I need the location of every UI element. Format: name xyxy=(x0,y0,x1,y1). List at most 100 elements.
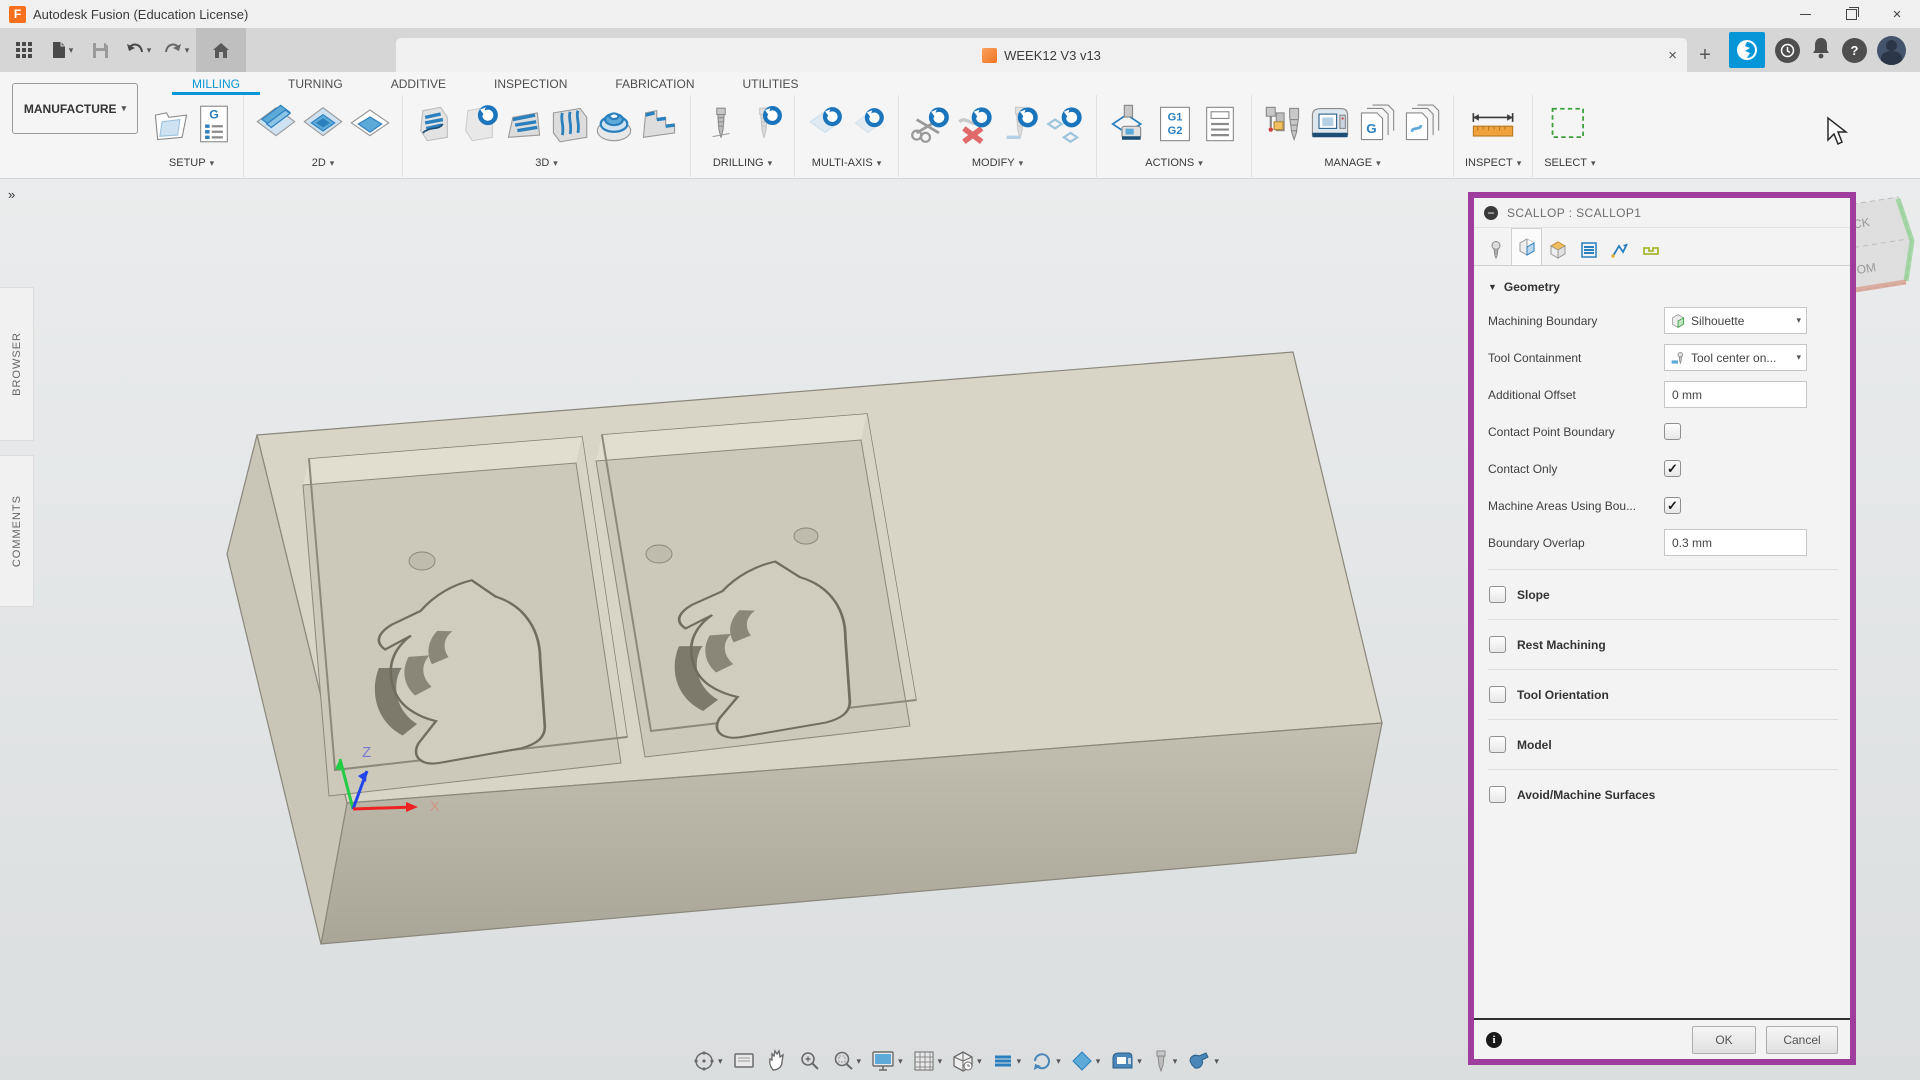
delete-toolpath-icon[interactable] xyxy=(955,103,995,145)
tab-passes[interactable] xyxy=(1573,233,1604,265)
tool-display-icon[interactable]: ▾ xyxy=(1147,1047,1182,1075)
tab-fabrication[interactable]: FABRICATION xyxy=(591,72,718,95)
drilling-menu[interactable]: DRILLING▾ xyxy=(713,153,772,173)
machine-library-icon[interactable] xyxy=(1308,103,1352,145)
machine-areas-checkbox[interactable] xyxy=(1664,497,1681,514)
slope-section[interactable]: Slope xyxy=(1488,569,1838,619)
new-setup-icon[interactable] xyxy=(151,104,191,144)
display-settings-icon[interactable]: ▾ xyxy=(866,1047,907,1075)
3d-flat-icon[interactable] xyxy=(504,103,544,145)
pocket-2[interactable] xyxy=(596,414,916,757)
redo-button[interactable]: ▾ xyxy=(158,34,194,66)
look-at-icon[interactable] xyxy=(728,1047,760,1075)
expand-panels-button[interactable]: » xyxy=(8,187,15,202)
tab-turning[interactable]: TURNING xyxy=(264,72,367,95)
inspect-menu[interactable]: INSPECT▾ xyxy=(1465,153,1521,173)
minimize-button[interactable] xyxy=(1782,0,1828,28)
tab-close-icon[interactable]: × xyxy=(1668,47,1677,64)
restore-button[interactable] xyxy=(1828,0,1874,28)
selection-box-icon[interactable] xyxy=(1546,103,1594,145)
machining-boundary-select[interactable]: Silhouette ▾ xyxy=(1664,307,1807,334)
tab-additive[interactable]: ADDITIVE xyxy=(367,72,470,95)
home-button[interactable] xyxy=(196,28,246,72)
simulate-icon[interactable] xyxy=(1108,103,1150,145)
3d-scallop-icon[interactable] xyxy=(594,103,634,145)
avoid-machine-surfaces-section[interactable]: Avoid/Machine Surfaces xyxy=(1488,769,1838,819)
tab-milling[interactable]: MILLING xyxy=(168,72,264,95)
3d-spiral-icon[interactable] xyxy=(639,103,679,145)
app-grid-icon[interactable] xyxy=(6,34,42,66)
close-button[interactable]: × xyxy=(1874,0,1920,28)
grid-icon[interactable]: ▾ xyxy=(908,1047,947,1075)
template-documents-icon[interactable] xyxy=(1402,103,1442,145)
avoid-machine-surfaces-checkbox[interactable] xyxy=(1489,786,1506,803)
geometry-section-header[interactable]: ▼ Geometry xyxy=(1488,272,1838,302)
setup-menu[interactable]: SETUP▾ xyxy=(169,153,214,173)
tab-linking[interactable] xyxy=(1604,233,1635,265)
workspace-selector[interactable]: MANUFACTURE ▾ xyxy=(12,83,138,134)
viewports-icon[interactable]: ▾ xyxy=(947,1047,986,1075)
3d-parallel-icon[interactable] xyxy=(549,103,589,145)
measure-icon[interactable] xyxy=(1469,103,1517,145)
document-tab[interactable]: WEEK12 V3 v13 × xyxy=(396,38,1687,72)
job-status-icon[interactable] xyxy=(1775,38,1800,63)
rotary-icon[interactable] xyxy=(849,103,887,145)
machine-display-icon[interactable]: ▾ xyxy=(1105,1047,1146,1075)
simulate-loop-icon[interactable]: ▾ xyxy=(1026,1047,1065,1075)
pocket-1[interactable] xyxy=(303,437,627,796)
zoom-icon[interactable] xyxy=(794,1047,826,1075)
ok-button[interactable]: OK xyxy=(1692,1026,1756,1054)
probe-display-icon[interactable]: ▾ xyxy=(1182,1047,1223,1075)
tab-inspection[interactable]: INSPECTION xyxy=(470,72,591,95)
2d-adaptive-icon[interactable] xyxy=(255,103,297,145)
tool-library-icon[interactable] xyxy=(1263,103,1303,145)
3d-menu[interactable]: 3D▾ xyxy=(535,153,558,173)
3d-pocket-clearing-icon[interactable] xyxy=(459,103,499,145)
swarf-icon[interactable] xyxy=(806,103,844,145)
isolate-icon[interactable]: ▾ xyxy=(1066,1047,1105,1075)
rest-machining-section[interactable]: Rest Machining xyxy=(1488,619,1838,669)
modify-menu[interactable]: MODIFY▾ xyxy=(972,153,1023,173)
extend-toolpath-icon[interactable] xyxy=(1000,103,1040,145)
info-icon[interactable]: i xyxy=(1486,1032,1502,1048)
notifications-icon[interactable] xyxy=(1810,36,1832,65)
model-section[interactable]: Model xyxy=(1488,719,1838,769)
extensions-button[interactable] xyxy=(1729,32,1765,68)
boundary-overlap-input[interactable]: 0.3 mm xyxy=(1664,529,1807,556)
drill-icon[interactable] xyxy=(702,103,740,145)
2d-contour-icon[interactable] xyxy=(349,103,391,145)
new-tab-button[interactable]: + xyxy=(1687,38,1723,72)
comments-panel-tab[interactable]: COMMENTS xyxy=(0,455,34,607)
dialog-collapse-icon[interactable]: − xyxy=(1484,206,1498,220)
bore-icon[interactable] xyxy=(745,103,783,145)
toolpath-passes-icon[interactable]: ▾ xyxy=(987,1047,1026,1075)
trim-toolpath-icon[interactable] xyxy=(910,103,950,145)
rest-machining-checkbox[interactable] xyxy=(1489,636,1506,653)
help-icon[interactable]: ? xyxy=(1842,38,1867,63)
additional-offset-input[interactable]: 0 mm xyxy=(1664,381,1807,408)
tool-orientation-checkbox[interactable] xyxy=(1489,686,1506,703)
file-menu-button[interactable]: ▾ xyxy=(44,34,80,66)
dialog-header[interactable]: − SCALLOP : SCALLOP1 xyxy=(1474,198,1850,228)
tool-containment-select[interactable]: Tool center on... ▾ xyxy=(1664,344,1807,371)
3d-adaptive-clearing-icon[interactable] xyxy=(414,103,454,145)
actions-menu[interactable]: ACTIONS▾ xyxy=(1145,153,1202,173)
undo-button[interactable]: ▾ xyxy=(120,34,156,66)
contact-point-boundary-checkbox[interactable] xyxy=(1664,423,1681,440)
gcode-documents-icon[interactable]: G xyxy=(1357,103,1397,145)
tab-heights[interactable] xyxy=(1542,233,1573,265)
pattern-toolpath-icon[interactable] xyxy=(1045,103,1085,145)
zoom-window-icon[interactable]: ▾ xyxy=(827,1047,866,1075)
2d-menu[interactable]: 2D▾ xyxy=(312,153,335,173)
pan-icon[interactable] xyxy=(761,1047,793,1075)
tool-orientation-section[interactable]: Tool Orientation xyxy=(1488,669,1838,719)
multiaxis-menu[interactable]: MULTI-AXIS▾ xyxy=(812,153,881,173)
orbit-icon[interactable]: ▾ xyxy=(688,1047,727,1075)
avatar[interactable] xyxy=(1877,36,1906,65)
tab-tool[interactable] xyxy=(1480,233,1511,265)
tab-utilities[interactable]: UTILITIES xyxy=(719,72,823,95)
model-checkbox[interactable] xyxy=(1489,736,1506,753)
save-button[interactable] xyxy=(82,34,118,66)
tab-geometry[interactable] xyxy=(1511,228,1542,265)
contact-only-checkbox[interactable] xyxy=(1664,460,1681,477)
